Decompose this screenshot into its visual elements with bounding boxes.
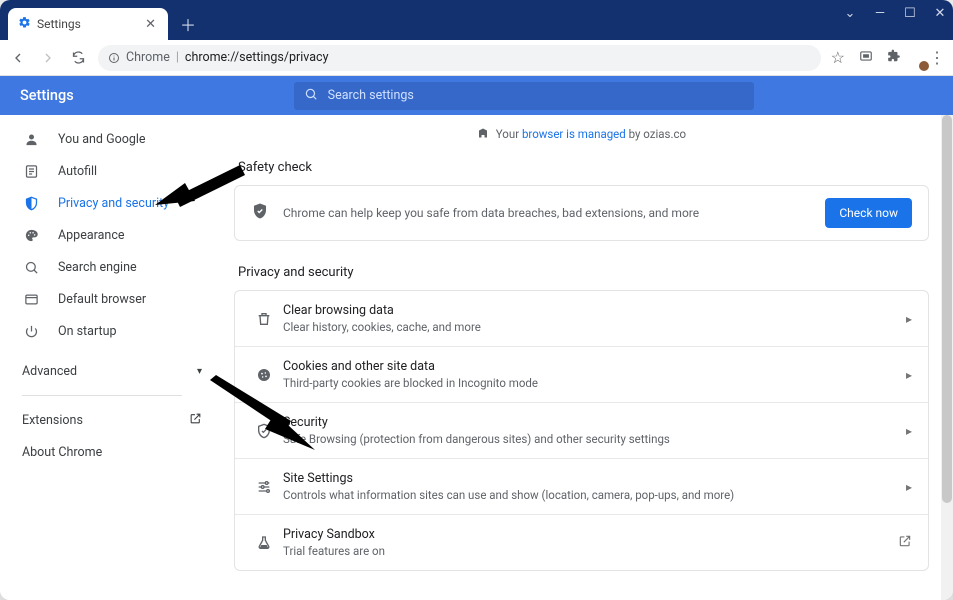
close-window-button[interactable]: ✕ <box>933 6 947 21</box>
tune-icon <box>251 479 277 495</box>
managed-notice: Your browser is managed by ozias.co <box>234 123 929 154</box>
page-title: Settings <box>20 87 74 104</box>
forward-button[interactable] <box>38 50 58 66</box>
row-cookies[interactable]: Cookies and other site dataThird-party c… <box>235 346 928 402</box>
sidebar-item-autofill[interactable]: Autofill <box>10 155 220 187</box>
window-controls: ⌄ ― ☐ ✕ <box>843 6 947 21</box>
sidebar-item-privacy-security[interactable]: Privacy and security <box>10 187 220 219</box>
sidebar-item-label: Default browser <box>58 292 146 307</box>
tab-title: Settings <box>37 17 81 31</box>
sidebar-item-label: On startup <box>58 324 116 339</box>
main-content: Your browser is managed by ozias.co Safe… <box>230 115 953 600</box>
search-input[interactable] <box>328 88 744 103</box>
row-security[interactable]: SecuritySafe Browsing (protection from d… <box>235 402 928 458</box>
trash-icon <box>251 311 277 327</box>
address-field[interactable]: Chrome | chrome://settings/privacy <box>98 45 821 71</box>
sidebar-item-on-startup[interactable]: On startup <box>10 315 220 347</box>
settings-header: Settings <box>0 76 953 115</box>
sidebar-item-search-engine[interactable]: Search engine <box>10 251 220 283</box>
chevron-right-icon: ▸ <box>906 368 912 382</box>
title-bar: Settings ✕ ＋ ⌄ ― ☐ ✕ <box>0 0 953 40</box>
sidebar-item-label: Extensions <box>22 413 83 428</box>
safety-card-text: Chrome can help keep you safe from data … <box>283 206 811 220</box>
privacy-list-card: Clear browsing dataClear history, cookie… <box>234 290 929 571</box>
sidebar-item-label: Appearance <box>58 228 125 243</box>
magnify-icon <box>22 260 40 275</box>
search-icon <box>304 86 318 105</box>
scrollbar[interactable] <box>941 115 953 600</box>
address-bar: Chrome | chrome://settings/privacy ☆ ⋮ <box>0 40 953 76</box>
sidebar-item-you-and-google[interactable]: You and Google <box>10 123 220 155</box>
minimize-button[interactable]: ― <box>873 6 887 21</box>
cookie-icon <box>251 367 277 383</box>
external-icon <box>898 534 912 551</box>
info-icon <box>108 52 120 64</box>
chevron-down-icon: ▾ <box>197 366 202 377</box>
safety-check-card: Chrome can help keep you safe from data … <box>234 185 929 241</box>
settings-search[interactable] <box>294 82 754 110</box>
new-tab-button[interactable]: ＋ <box>174 10 202 38</box>
autofill-icon <box>22 164 40 179</box>
reload-button[interactable] <box>68 50 88 65</box>
window-icon <box>22 292 40 307</box>
kebab-menu[interactable]: ⋮ <box>929 48 945 67</box>
person-icon <box>22 132 40 147</box>
external-icon <box>189 412 202 429</box>
palette-icon <box>22 228 40 243</box>
caret-down-icon[interactable]: ⌄ <box>843 6 857 21</box>
shield-verified-icon <box>251 202 269 224</box>
divider <box>22 395 182 396</box>
managed-link[interactable]: browser is managed <box>522 127 626 141</box>
maximize-button[interactable]: ☐ <box>903 6 917 21</box>
sidebar-item-about-chrome[interactable]: About Chrome <box>10 436 220 468</box>
row-site-settings[interactable]: Site SettingsControls what information s… <box>235 458 928 514</box>
address-url: chrome://settings/privacy <box>185 50 329 65</box>
sidebar-item-advanced[interactable]: Advanced ▾ <box>10 355 220 387</box>
cast-icon[interactable] <box>859 48 873 67</box>
row-privacy-sandbox[interactable]: Privacy SandboxTrial features are on <box>235 514 928 570</box>
chevron-right-icon: ▸ <box>906 312 912 326</box>
sidebar-item-appearance[interactable]: Appearance <box>10 219 220 251</box>
sidebar-item-label: Autofill <box>58 164 97 179</box>
building-icon <box>477 127 489 142</box>
close-icon[interactable]: ✕ <box>145 17 156 32</box>
address-protocol: Chrome <box>126 50 170 65</box>
section-title-safety: Safety check <box>234 154 929 185</box>
sidebar-item-default-browser[interactable]: Default browser <box>10 283 220 315</box>
back-button[interactable] <box>8 50 28 66</box>
extensions-icon[interactable] <box>887 48 901 67</box>
flask-icon <box>251 535 277 551</box>
check-now-button[interactable]: Check now <box>825 198 912 228</box>
sidebar-item-label: Privacy and security <box>58 196 169 211</box>
power-icon <box>22 324 40 339</box>
chevron-right-icon: ▸ <box>906 480 912 494</box>
star-icon[interactable]: ☆ <box>831 48 845 67</box>
sidebar-item-extensions[interactable]: Extensions <box>10 404 220 436</box>
sidebar-item-label: You and Google <box>58 132 146 147</box>
sidebar-item-label: Advanced <box>22 364 77 379</box>
browser-tab-settings[interactable]: Settings ✕ <box>8 8 168 40</box>
sidebar-item-label: Search engine <box>58 260 137 275</box>
shield-icon <box>22 196 40 211</box>
gear-icon <box>18 16 31 32</box>
shield-check-icon <box>251 423 277 439</box>
section-title-privacy: Privacy and security <box>234 259 929 290</box>
row-clear-browsing-data[interactable]: Clear browsing dataClear history, cookie… <box>235 291 928 346</box>
chevron-right-icon: ▸ <box>906 424 912 438</box>
sidebar: You and Google Autofill Privacy and secu… <box>0 115 230 600</box>
sidebar-item-label: About Chrome <box>22 445 102 460</box>
